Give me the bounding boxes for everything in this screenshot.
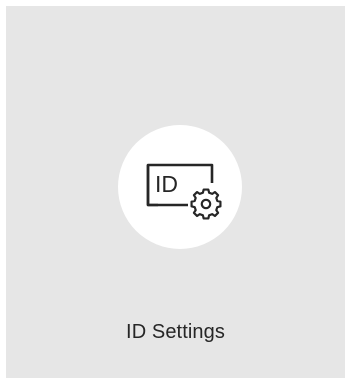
tile-label: ID Settings: [126, 321, 225, 343]
id-text: ID: [155, 171, 178, 197]
id-settings-icon: ID: [146, 163, 222, 220]
screen: ID ID Settings: [0, 0, 351, 390]
gear-icon: [190, 188, 222, 220]
icon-circle: ID: [118, 125, 242, 249]
id-settings-tile[interactable]: ID ID Settings: [6, 6, 345, 378]
